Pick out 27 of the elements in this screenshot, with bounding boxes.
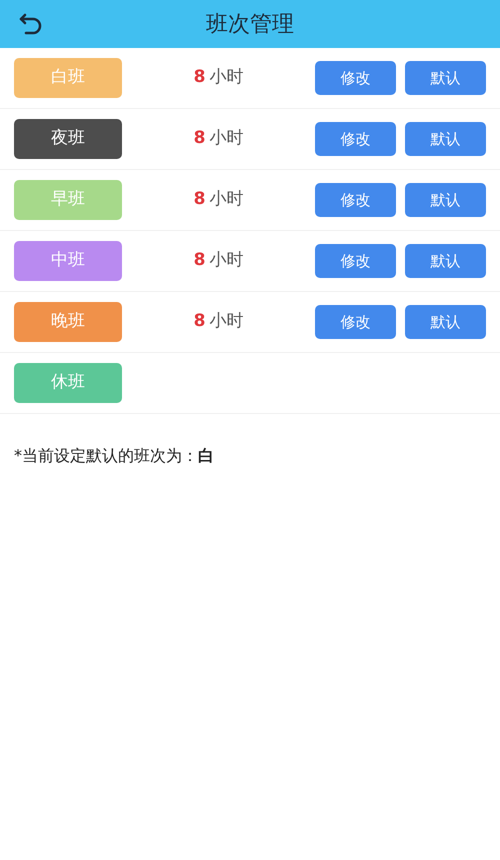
shift-tag[interactable]: 夜班: [14, 119, 122, 159]
action-button[interactable]: 默认: [405, 305, 486, 339]
hours-unit: 小时: [209, 66, 244, 90]
action-button[interactable]: 修改: [315, 244, 396, 278]
default-shift-note: *当前设定默认的班次为：白: [14, 445, 215, 467]
hours-value: 8: [194, 66, 206, 90]
action-button[interactable]: 修改: [315, 61, 396, 95]
hours-value: 8: [194, 310, 206, 334]
hours-unit: 小时: [209, 310, 244, 334]
hours-unit: 小时: [209, 249, 244, 272]
action-button[interactable]: 修改: [315, 183, 396, 217]
action-button[interactable]: 默认: [405, 61, 486, 95]
action-button[interactable]: 默认: [405, 122, 486, 156]
action-button[interactable]: 修改: [315, 122, 396, 156]
action-button[interactable]: 默认: [405, 183, 486, 217]
back-icon[interactable]: [18, 12, 44, 36]
hours-unit: 小时: [209, 188, 244, 212]
hours-unit: 小时: [209, 127, 244, 150]
page-title: 班次管理: [206, 10, 294, 38]
hours-value: 8: [194, 188, 206, 212]
shift-tag[interactable]: 晚班: [14, 302, 122, 342]
action-button[interactable]: 默认: [405, 244, 486, 278]
action-button[interactable]: 修改: [315, 305, 396, 339]
hours-value: 8: [194, 127, 206, 150]
hours-value: 8: [194, 249, 206, 272]
shift-tag[interactable]: 休班: [14, 363, 122, 403]
shift-tag[interactable]: 中班: [14, 241, 122, 281]
